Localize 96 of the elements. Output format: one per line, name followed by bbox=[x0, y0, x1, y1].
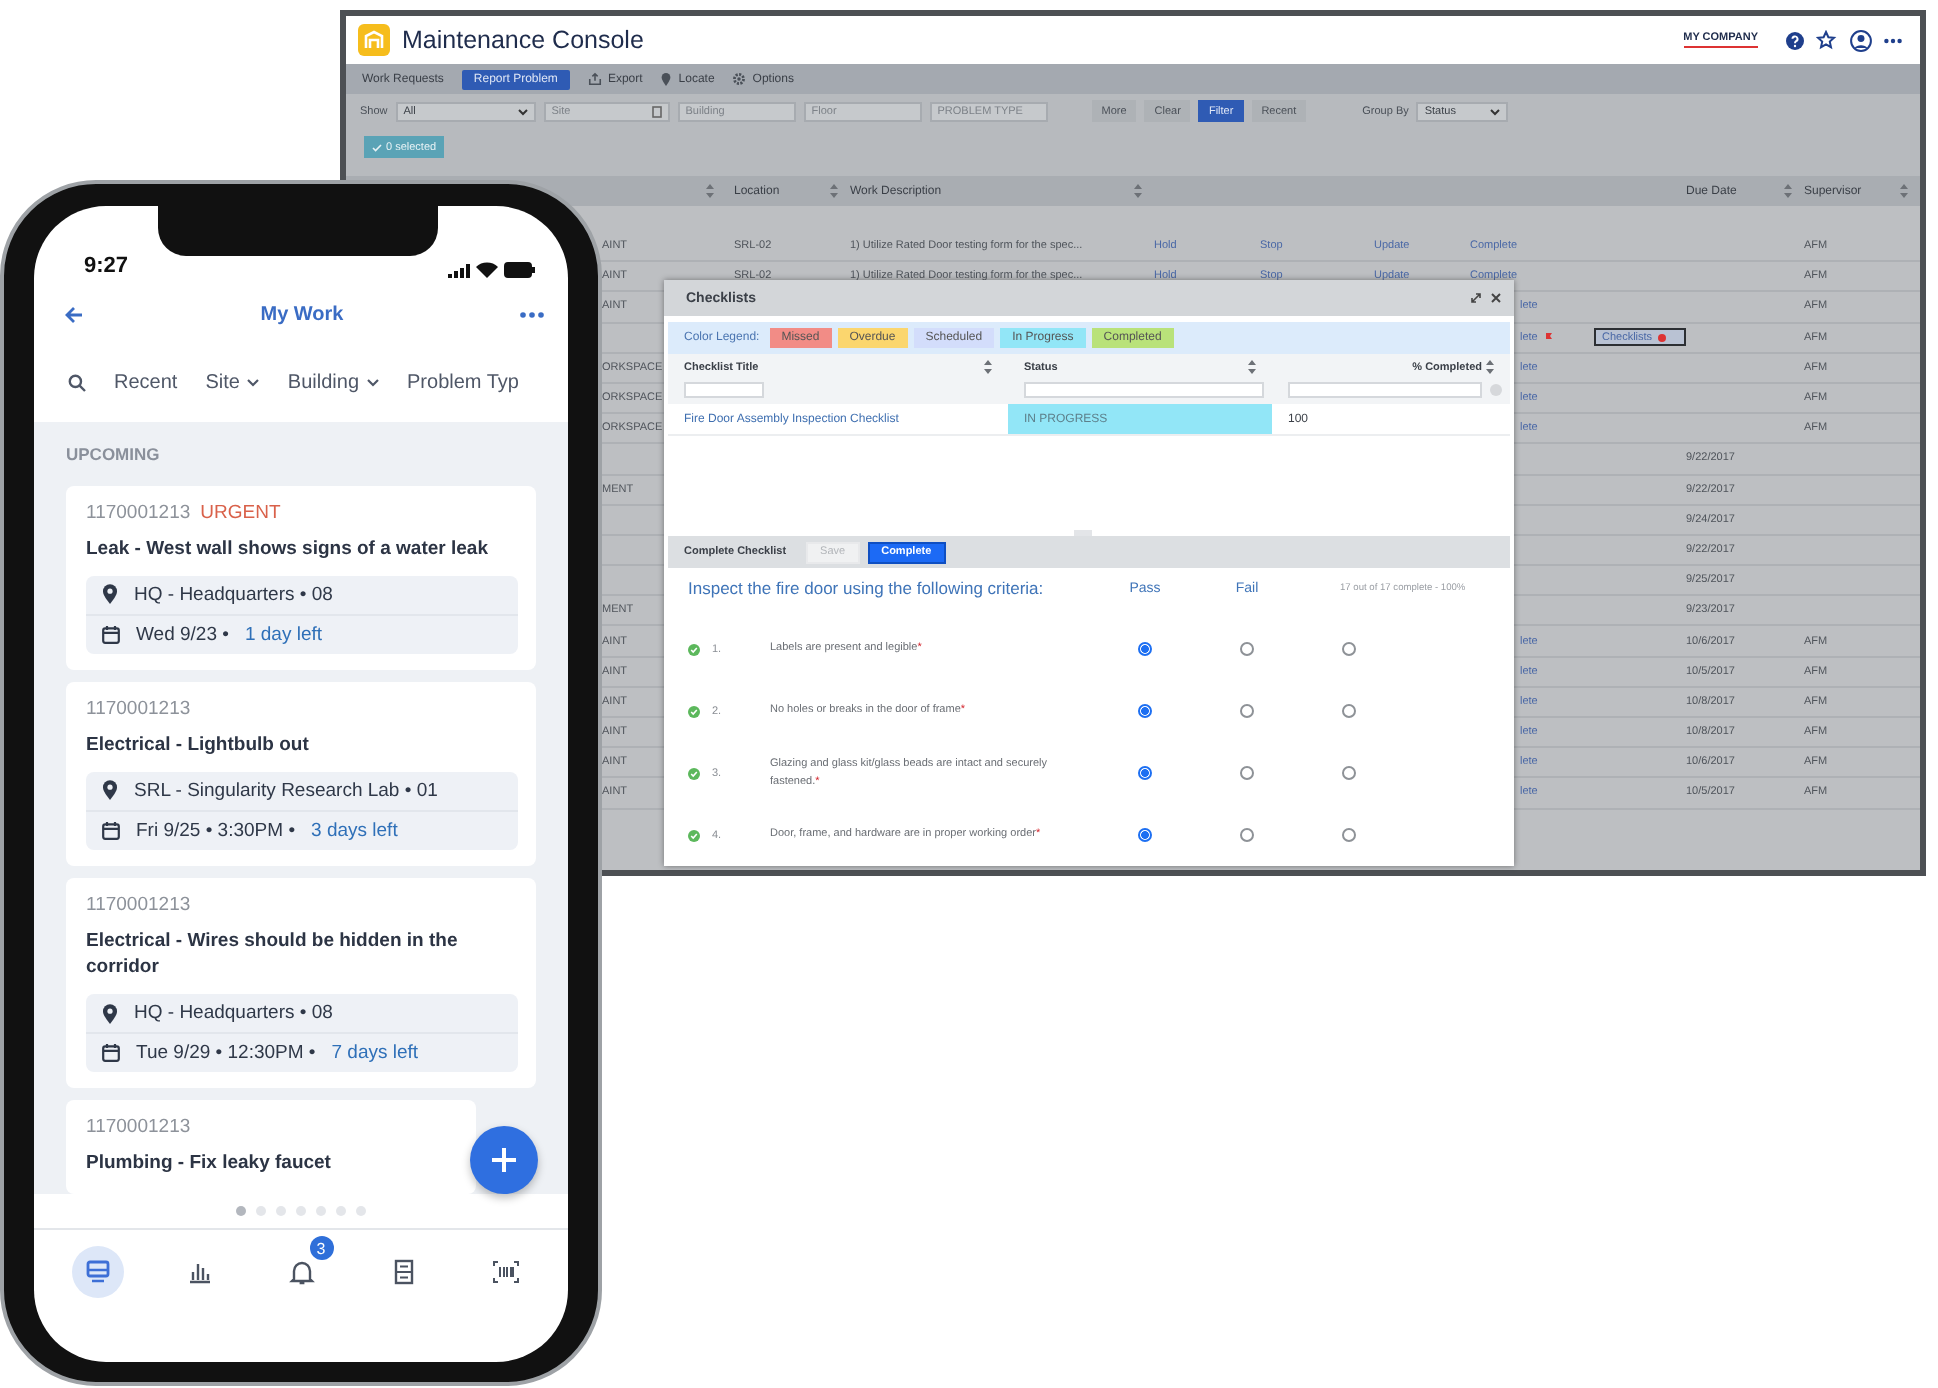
location-text: SRL - Singularity Research Lab • 01 bbox=[134, 779, 438, 802]
page-dot[interactable] bbox=[276, 1206, 286, 1216]
page-dot[interactable] bbox=[256, 1206, 266, 1216]
wifi-icon bbox=[476, 262, 498, 278]
filter-chip[interactable]: Site bbox=[205, 371, 260, 393]
alert-dot-icon bbox=[1658, 333, 1667, 342]
caret-icon bbox=[1490, 107, 1501, 115]
time-left-text: 3 days left bbox=[311, 819, 398, 842]
work-order-card[interactable]: 1170001213 Electrical - Lightbulb out SRL - Singularity Research Lab • 01 Fri 9/25 • 3:30PM • 3 days left bbox=[66, 681, 536, 866]
instruction-text: Inspect the fire door using the following criteria: bbox=[688, 576, 1046, 598]
order-title: Electrical - Lightbulb out bbox=[86, 731, 311, 760]
barcode-icon bbox=[491, 1258, 519, 1286]
battery-icon bbox=[504, 262, 536, 278]
sort-icon[interactable] bbox=[830, 184, 838, 198]
sort-icon[interactable] bbox=[984, 360, 992, 374]
work-order-card[interactable]: 1170001213 Electrical - Wires should be hidden in the corridor HQ - Headquarters • 08 Tue 9/29 • 12:30PM • 7 days left bbox=[66, 877, 536, 1089]
sort-icon[interactable] bbox=[1248, 360, 1256, 374]
plus-icon bbox=[490, 1146, 518, 1174]
map-pin-icon bbox=[102, 1003, 118, 1024]
expand-icon[interactable] bbox=[1470, 292, 1482, 304]
filter-chip[interactable]: Recent bbox=[114, 371, 178, 393]
radio-button[interactable] bbox=[1138, 766, 1152, 780]
radio-button[interactable] bbox=[1138, 642, 1152, 656]
location-text: HQ - Headquarters • 08 bbox=[134, 1002, 333, 1025]
radio-button[interactable] bbox=[1342, 828, 1356, 842]
filter-chip[interactable]: Building bbox=[287, 371, 380, 393]
order-title: Electrical - Wires should be hidden in the corridor bbox=[86, 927, 460, 983]
nav-tab[interactable] bbox=[71, 1246, 123, 1298]
bar-chart-icon bbox=[185, 1258, 213, 1286]
signal-icon bbox=[446, 262, 470, 278]
work-order-card[interactable]: 1170001213 Plumbing - Fix leaky faucet bbox=[66, 1100, 476, 1194]
radio-button[interactable] bbox=[1342, 766, 1356, 780]
user-icon[interactable] bbox=[1850, 29, 1872, 51]
close-icon[interactable] bbox=[1490, 292, 1502, 304]
caret-icon bbox=[517, 107, 528, 115]
filter-chip[interactable]: Problem Typ bbox=[407, 371, 519, 393]
more-icon[interactable] bbox=[520, 311, 544, 317]
order-title: Plumbing - Fix leaky faucet bbox=[86, 1150, 333, 1178]
help-icon[interactable] bbox=[1786, 31, 1804, 49]
map-pin-icon bbox=[660, 72, 673, 86]
order-title: Leak - West wall shows signs of a water leak bbox=[86, 536, 490, 564]
radio-button[interactable] bbox=[1342, 704, 1356, 718]
map-pin-icon bbox=[102, 584, 118, 605]
page-dot[interactable] bbox=[336, 1206, 346, 1216]
notification-badge: 3 bbox=[309, 1236, 333, 1260]
monitor-icon bbox=[83, 1258, 111, 1286]
radio-button[interactable] bbox=[1138, 828, 1152, 842]
schedule-text: Tue 9/29 • 12:30PM • bbox=[136, 1042, 316, 1065]
priority-label: URGENT bbox=[200, 502, 281, 525]
more-icon[interactable] bbox=[1884, 37, 1902, 43]
order-number: 1170001213 bbox=[86, 1116, 191, 1139]
page-dot[interactable] bbox=[316, 1206, 326, 1216]
sort-icon[interactable] bbox=[1486, 360, 1494, 374]
window-title: Maintenance Console bbox=[402, 26, 644, 54]
time-left-text: 7 days left bbox=[331, 1042, 419, 1065]
radio-button[interactable] bbox=[1138, 704, 1152, 718]
radio-button[interactable] bbox=[1240, 828, 1254, 842]
page-dot[interactable] bbox=[296, 1206, 306, 1216]
filter-field[interactable] bbox=[684, 382, 764, 398]
radio-button[interactable] bbox=[1342, 642, 1356, 656]
schedule-text: Fri 9/25 • 3:30PM • bbox=[136, 819, 296, 842]
square-icon[interactable] bbox=[651, 105, 662, 117]
order-number: 1170001213 bbox=[86, 697, 191, 720]
time-left-text: 1 day left bbox=[244, 623, 323, 646]
bell-icon bbox=[287, 1258, 315, 1286]
map-pin-icon bbox=[102, 780, 118, 801]
order-number: 1170001213 bbox=[86, 502, 191, 525]
calendar-icon bbox=[102, 1044, 120, 1063]
search-icon[interactable] bbox=[68, 373, 86, 391]
gear-icon bbox=[732, 72, 747, 86]
schedule-text: Wed 9/23 • bbox=[136, 623, 229, 646]
calendar-icon bbox=[102, 821, 120, 840]
page-dot[interactable] bbox=[236, 1206, 246, 1216]
order-number: 1170001213 bbox=[86, 893, 191, 916]
radio-button[interactable] bbox=[1240, 704, 1254, 718]
check-icon bbox=[372, 143, 382, 151]
page-dot[interactable] bbox=[356, 1206, 366, 1216]
filter-field[interactable] bbox=[1288, 382, 1482, 398]
sort-icon[interactable] bbox=[1900, 184, 1908, 198]
star-icon[interactable] bbox=[1816, 30, 1838, 50]
sort-icon[interactable] bbox=[706, 184, 714, 198]
radio-button[interactable] bbox=[1240, 766, 1254, 780]
caret-icon bbox=[365, 377, 380, 387]
section-heading: UPCOMING bbox=[66, 444, 160, 465]
sort-icon[interactable] bbox=[1784, 184, 1792, 198]
back-arrow-icon[interactable] bbox=[64, 305, 84, 323]
screen-title: My Work bbox=[258, 303, 346, 325]
app-logo bbox=[358, 24, 390, 56]
work-order-card[interactable]: 1170001213 URGENT Leak - West wall shows signs of a water leak HQ - Headquarters • 08 Wed 9/23 • 1 day left bbox=[66, 486, 536, 670]
export-icon bbox=[587, 72, 602, 86]
location-text: HQ - Headquarters • 08 bbox=[134, 583, 333, 606]
calendar-icon bbox=[102, 625, 120, 644]
sort-icon[interactable] bbox=[1134, 184, 1142, 198]
caret-icon bbox=[245, 377, 260, 387]
status-time: 9:27 bbox=[84, 254, 129, 278]
radio-button[interactable] bbox=[1240, 642, 1254, 656]
